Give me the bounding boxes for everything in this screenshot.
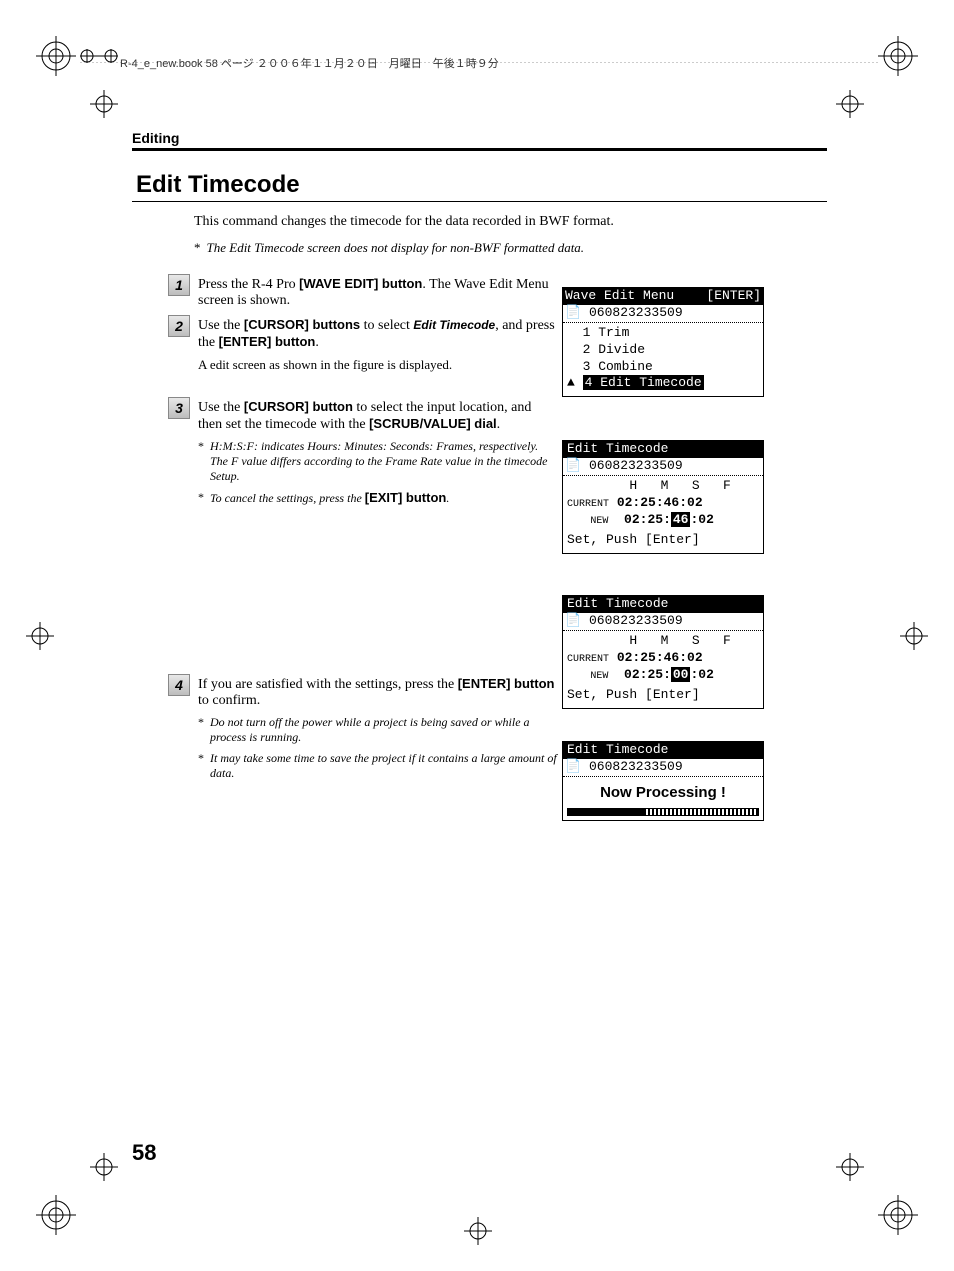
step-number: 3 bbox=[168, 397, 190, 419]
lcd-title: Edit Timecode bbox=[565, 742, 670, 759]
intro-text: This command changes the timecode for th… bbox=[194, 214, 827, 230]
title-underline bbox=[132, 201, 827, 202]
lcd-title: Edit Timecode bbox=[565, 596, 670, 613]
intro-note: *The Edit Timecode screen does not displ… bbox=[194, 240, 827, 256]
lcd-body: H M S F CURRENT 02:25:46:02 NEW 02:25:00… bbox=[563, 631, 763, 709]
lcd-body: H M S F CURRENT 02:25:46:02 NEW 02:25:46… bbox=[563, 476, 763, 554]
lcd-menu-item: ▲ 4 Edit Timecode bbox=[567, 375, 759, 392]
lcd-file: 📄 060823233509 bbox=[563, 305, 763, 323]
step-body: If you are satisfied with the settings, … bbox=[198, 676, 558, 781]
lcd-edit-timecode-2: Edit Timecode 📄 060823233509 H M S F CUR… bbox=[562, 595, 764, 709]
lcd-progress bbox=[567, 808, 759, 816]
lcd-file: 📄 060823233509 bbox=[563, 613, 763, 631]
step-body: Use the [CURSOR] button to select the in… bbox=[198, 399, 558, 506]
step-number: 4 bbox=[168, 674, 190, 696]
section-underline bbox=[132, 148, 827, 151]
lcd-menu-item: 2 Divide bbox=[567, 342, 759, 359]
lcd-menu-item: 3 Combine bbox=[567, 359, 759, 376]
lcd-title: Edit Timecode bbox=[565, 441, 670, 458]
page-header-metadata: R-4_e_new.book 58 ページ ２００６年１１月２０日 月曜日 午後… bbox=[120, 55, 499, 71]
step-body: Press the R-4 Pro [WAVE EDIT] button. Th… bbox=[198, 276, 558, 309]
lcd-title-enter: [ENTER] bbox=[706, 288, 761, 305]
lcd-menu-items: 1 Trim 2 Divide 3 Combine▲ 4 Edit Timeco… bbox=[563, 323, 763, 397]
lcd-now-processing: Edit Timecode 📄 060823233509 Now Process… bbox=[562, 741, 764, 821]
step-body: Use the [CURSOR] buttons to select Edit … bbox=[198, 317, 558, 373]
lcd-menu-item: 1 Trim bbox=[567, 325, 759, 342]
lcd-file: 📄 060823233509 bbox=[563, 458, 763, 476]
step-number: 2 bbox=[168, 315, 190, 337]
lcd-processing-msg: Now Processing ! bbox=[563, 783, 763, 803]
lcd-title: Wave Edit Menu bbox=[565, 288, 674, 305]
page-number: 58 bbox=[132, 1140, 156, 1166]
page-title: Edit Timecode bbox=[132, 171, 827, 199]
lcd-file: 📄 060823233509 bbox=[563, 759, 763, 777]
lcd-wave-edit-menu: Wave Edit Menu [ENTER] 📄 060823233509 1 T… bbox=[562, 287, 764, 397]
step-number: 1 bbox=[168, 274, 190, 296]
section-label: Editing bbox=[132, 130, 827, 146]
lcd-edit-timecode-1: Edit Timecode 📄 060823233509 H M S F CUR… bbox=[562, 440, 764, 554]
